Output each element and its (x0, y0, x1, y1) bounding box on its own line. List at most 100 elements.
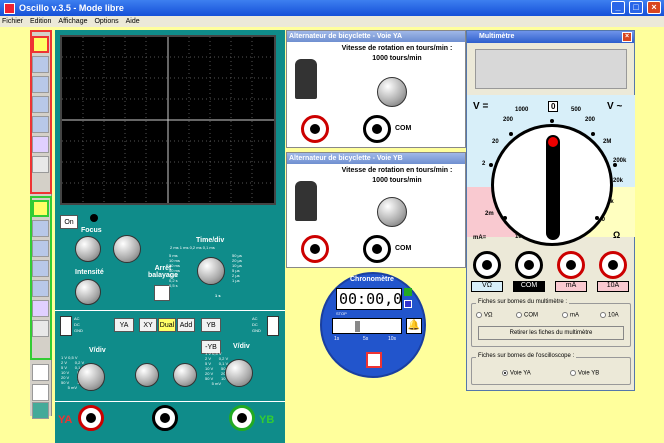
power-indicator (90, 214, 98, 222)
chrono-exit-icon[interactable] (366, 352, 382, 368)
dual-button[interactable]: Dual (158, 318, 176, 332)
arret-balayage-button[interactable] (154, 285, 170, 301)
intensity-knob[interactable] (75, 279, 101, 305)
screen-grid (62, 37, 274, 203)
vitesse-yb-knob[interactable] (377, 197, 407, 227)
yb-input-jack[interactable] (229, 405, 255, 431)
chrono-start-button[interactable] (404, 288, 412, 296)
alternateur-ya-com-jack[interactable] (363, 115, 391, 143)
xy-button[interactable]: XY (139, 318, 157, 332)
menu-options[interactable]: Options (94, 18, 118, 25)
dial-label: 200 (503, 117, 514, 123)
edf-socket-tool[interactable] (32, 136, 49, 153)
multimetre-close-button[interactable]: × (622, 32, 632, 42)
edf-socket-tool-yb[interactable] (32, 300, 49, 317)
vdiv-b-knob[interactable] (225, 359, 253, 387)
com-label: COM (395, 245, 412, 252)
chrono-scale-1s: 1s (334, 336, 340, 342)
fiche-ma-radio[interactable]: mA (562, 312, 579, 319)
ma-jack[interactable] (557, 251, 585, 279)
coupling-switch-b[interactable] (267, 316, 279, 336)
ya-channel-tool[interactable] (32, 36, 49, 53)
retirer-fiches-button[interactable]: Retirer les fiches du multimètre (478, 326, 624, 340)
menu-aide[interactable]: Aide (126, 18, 140, 25)
horizontal-position-knob[interactable] (113, 235, 141, 263)
chrono-reset-button[interactable] (404, 300, 412, 308)
rotary-selector[interactable] (491, 124, 613, 246)
pile-tool-yb[interactable] (32, 280, 49, 297)
alternateur-yb-red-jack[interactable] (301, 235, 329, 263)
ya-input-jack[interactable] (78, 405, 104, 431)
yb-input-label: YB (259, 414, 275, 426)
vohm-jack[interactable] (473, 251, 501, 279)
add-button[interactable]: Add (177, 318, 195, 332)
multimeter-tool[interactable] (32, 402, 49, 419)
time-scale-label: 1 ms (179, 245, 189, 250)
vitesse-ya-knob[interactable] (377, 77, 407, 107)
yb-channel-tool[interactable] (32, 200, 49, 217)
menu-edition[interactable]: Edition (30, 18, 51, 25)
bicycle-dynamo-tool-yb[interactable] (32, 320, 49, 337)
yb-button[interactable]: YB (201, 318, 221, 332)
timediv-label: Time/div (196, 237, 225, 244)
vdiv-a-knob[interactable] (77, 363, 105, 391)
dial-tick (613, 163, 617, 167)
alternateur-yb-com-jack[interactable] (363, 235, 391, 263)
ground-input-jack[interactable] (152, 405, 178, 431)
voie-ya-radio[interactable]: Voie YA (502, 370, 531, 377)
vdiv-b-label: V/div (233, 343, 250, 350)
generator-tool-yb[interactable] (32, 240, 49, 257)
oscilloscope: On Focus Intensité Arrêt balayage Time/d… (55, 30, 285, 443)
timediv-scale-left: 5 ms 10 ms 20 ms 50 ms 0,1 s 0,2 s 0,5 s (169, 253, 189, 288)
com-jack[interactable] (515, 251, 543, 279)
timediv-scale-right: 50 µs 20 µs 10 µs 5 µs 2 µs 1 µs (232, 253, 256, 283)
alternateur-ya-red-jack[interactable] (301, 115, 329, 143)
dial-label: 20k (613, 178, 624, 184)
v-scale-label: 5 mV (67, 385, 78, 390)
stopwatch-tool[interactable] (32, 384, 49, 401)
dial-tick (503, 216, 507, 220)
maximize-button[interactable]: □ (629, 1, 643, 14)
window-title: Oscillo v.3.5 - Mode libre (19, 3, 124, 13)
probe-tool[interactable] (32, 364, 49, 381)
battery-tool[interactable] (32, 96, 49, 113)
vohm-jack-label: VΩ (471, 281, 503, 292)
vertical-position-a-knob[interactable] (135, 363, 159, 387)
10a-jack[interactable] (599, 251, 627, 279)
chrono-stop-label: STOP (336, 311, 347, 316)
chrono-title: Chronomètre (350, 276, 394, 283)
on-button[interactable]: On (60, 215, 78, 229)
time-scale-label: 0,1 ms (202, 245, 215, 250)
slider-thumb[interactable] (355, 321, 360, 332)
coupling-labels-b: AC DC GND (252, 316, 261, 334)
ma-jack-label: mA (555, 281, 587, 292)
voie-yb-radio[interactable]: Voie YB (570, 370, 599, 377)
title-bar: Oscillo v.3.5 - Mode libre _ □ × (0, 0, 664, 16)
bicycle-dynamo-tool[interactable] (32, 156, 49, 173)
focus-knob[interactable] (75, 236, 101, 262)
sine-signal-tool[interactable] (32, 56, 49, 73)
close-button[interactable]: × (647, 1, 661, 14)
chrono-range-slider[interactable] (332, 318, 402, 334)
generator-tool[interactable] (32, 76, 49, 93)
bell-icon[interactable]: 🔔 (406, 318, 422, 334)
divider (55, 401, 285, 402)
time-scale-label: 0,5 s (169, 283, 178, 288)
multimetre-panel: Multimètre × V = V ~ 1000 0 500 200 200 … (466, 30, 635, 391)
fiche-10a-radio[interactable]: 10A (600, 312, 619, 319)
coupling-switch-a[interactable] (60, 316, 72, 336)
ya-button[interactable]: YA (114, 318, 134, 332)
pile-tool[interactable] (32, 116, 49, 133)
vertical-position-b-knob[interactable] (173, 363, 197, 387)
alternateur-yb-title: Alternateur de bicyclette - Voie YB (287, 153, 465, 164)
menu-fichier[interactable]: Fichier (2, 18, 23, 25)
menu-affichage[interactable]: Affichage (58, 18, 87, 25)
ac-label: AC (252, 316, 258, 321)
timediv-knob[interactable] (197, 257, 225, 285)
fiche-vohm-radio[interactable]: VΩ (476, 312, 493, 319)
sine-signal-tool-yb[interactable] (32, 220, 49, 237)
minimize-button[interactable]: _ (611, 1, 625, 14)
battery-tool-yb[interactable] (32, 260, 49, 277)
fiche-com-radio[interactable]: COM (516, 312, 538, 319)
tool-palette (30, 30, 52, 419)
